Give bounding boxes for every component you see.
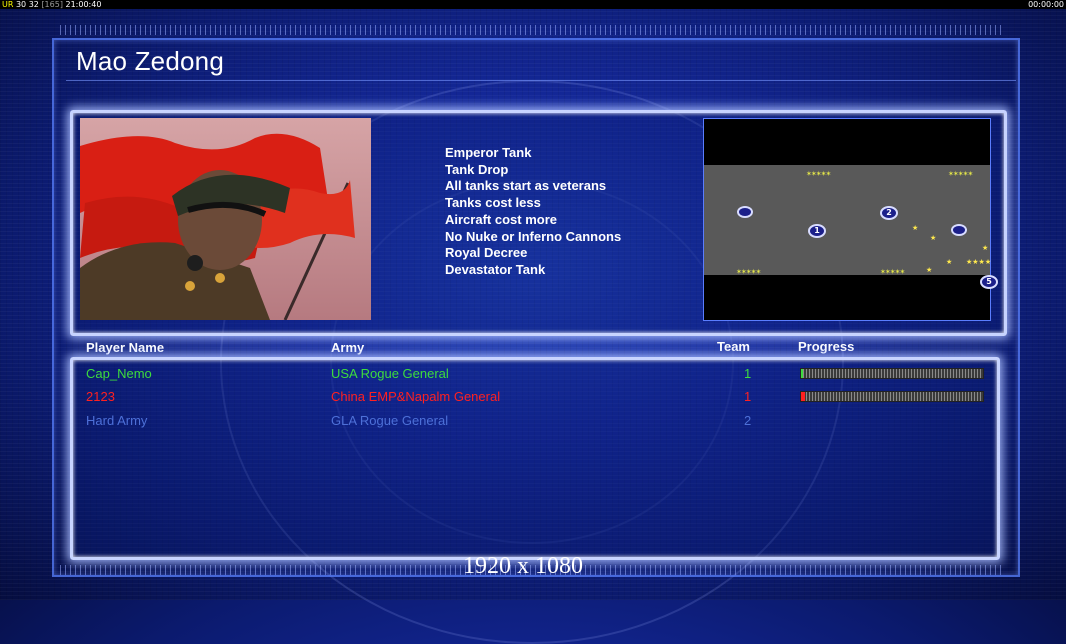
tech-star-icon: ★ — [930, 234, 937, 242]
loading-progress-bar — [800, 368, 984, 379]
title-divider — [66, 80, 1016, 81]
player-name: Hard Army — [86, 413, 148, 428]
player-row: 2123 China EMP&Napalm General 1 — [0, 389, 1066, 409]
column-header-progress: Progress — [798, 339, 855, 354]
player-army: USA Rogue General — [331, 366, 449, 381]
tech-star-icon: ★★★★ — [966, 258, 992, 266]
player-team: 1 — [744, 389, 752, 404]
supply-pile-icon: ✶✶✶✶✶ — [880, 268, 905, 276]
feature-item: No Nuke or Inferno Cannons — [445, 228, 622, 244]
resolution-label: 1920 x 1080 — [463, 553, 583, 579]
feature-item: Emperor Tank — [445, 145, 532, 160]
player-row: Hard Army GLA Rogue General 2 — [0, 413, 1066, 433]
hud-ur: UR — [2, 0, 14, 9]
progress-fill — [801, 369, 803, 378]
progress-fill — [801, 392, 805, 401]
column-header-army: Army — [331, 340, 365, 355]
tech-star-icon: ★ — [926, 266, 933, 274]
general-name-title: Mao Zedong — [76, 46, 224, 76]
column-header-team: Team — [717, 339, 750, 354]
player-army: China EMP&Napalm General — [331, 389, 501, 404]
column-header-player-name: Player Name — [86, 340, 165, 355]
tech-star-icon: ★ — [912, 224, 919, 232]
feature-item: Tanks cost less — [445, 195, 541, 211]
player-row: Cap_Nemo USA Rogue General 1 — [0, 366, 1066, 386]
players-panel — [70, 357, 1000, 560]
supply-pile-icon: ✶✶✶✶✶ — [806, 170, 831, 178]
general-features-list: Emperor Tank Tank Drop All tanks start a… — [445, 145, 621, 279]
feature-item: Devastator Tank — [445, 261, 546, 277]
player-team: 1 — [744, 366, 752, 381]
start-position-empty — [951, 224, 967, 236]
player-name: 2123 — [86, 389, 115, 404]
tech-star-icon: ★ — [946, 258, 953, 266]
debug-hud-stats: UR 30 32 [165] 21:00:40 — [2, 0, 101, 9]
hud-fps: 30 — [15, 0, 27, 9]
hud-limit: 32 — [28, 0, 39, 9]
debug-hud-bar: UR 30 32 [165] 21:00:40 00:00:00 — [0, 0, 1066, 9]
top-ruler — [60, 25, 1005, 35]
start-position-empty — [737, 206, 753, 218]
feature-item: Tank Drop — [445, 161, 509, 177]
hud-time: 21:00:40 — [65, 0, 102, 9]
player-name: Cap_Nemo — [86, 366, 152, 381]
loading-progress-bar — [800, 391, 984, 402]
feature-item: All tanks start as veterans — [445, 178, 607, 194]
start-position-marker: 2 — [880, 206, 898, 220]
supply-pile-icon: ✶✶✶✶✶ — [948, 170, 973, 178]
supply-pile-icon: ✶✶✶✶✶ — [736, 268, 761, 276]
map-preview: ✶✶✶✶✶ ✶✶✶✶✶ ✶✶✶✶✶ ✶✶✶✶✶ 1 2 5 ★ ★ ★ ★ ★★… — [703, 118, 998, 321]
player-team: 2 — [744, 413, 752, 428]
general-portrait — [80, 118, 371, 320]
feature-item: Aircraft cost more — [445, 211, 557, 227]
hud-frame: [165] — [41, 0, 63, 9]
start-position-marker: 1 — [808, 224, 826, 238]
hud-clock: 00:00:00 — [1028, 0, 1064, 9]
start-position-marker: 5 — [980, 275, 998, 289]
feature-item: Royal Decree — [445, 245, 528, 261]
player-army: GLA Rogue General — [331, 413, 449, 428]
tech-star-icon: ★ — [982, 244, 989, 252]
